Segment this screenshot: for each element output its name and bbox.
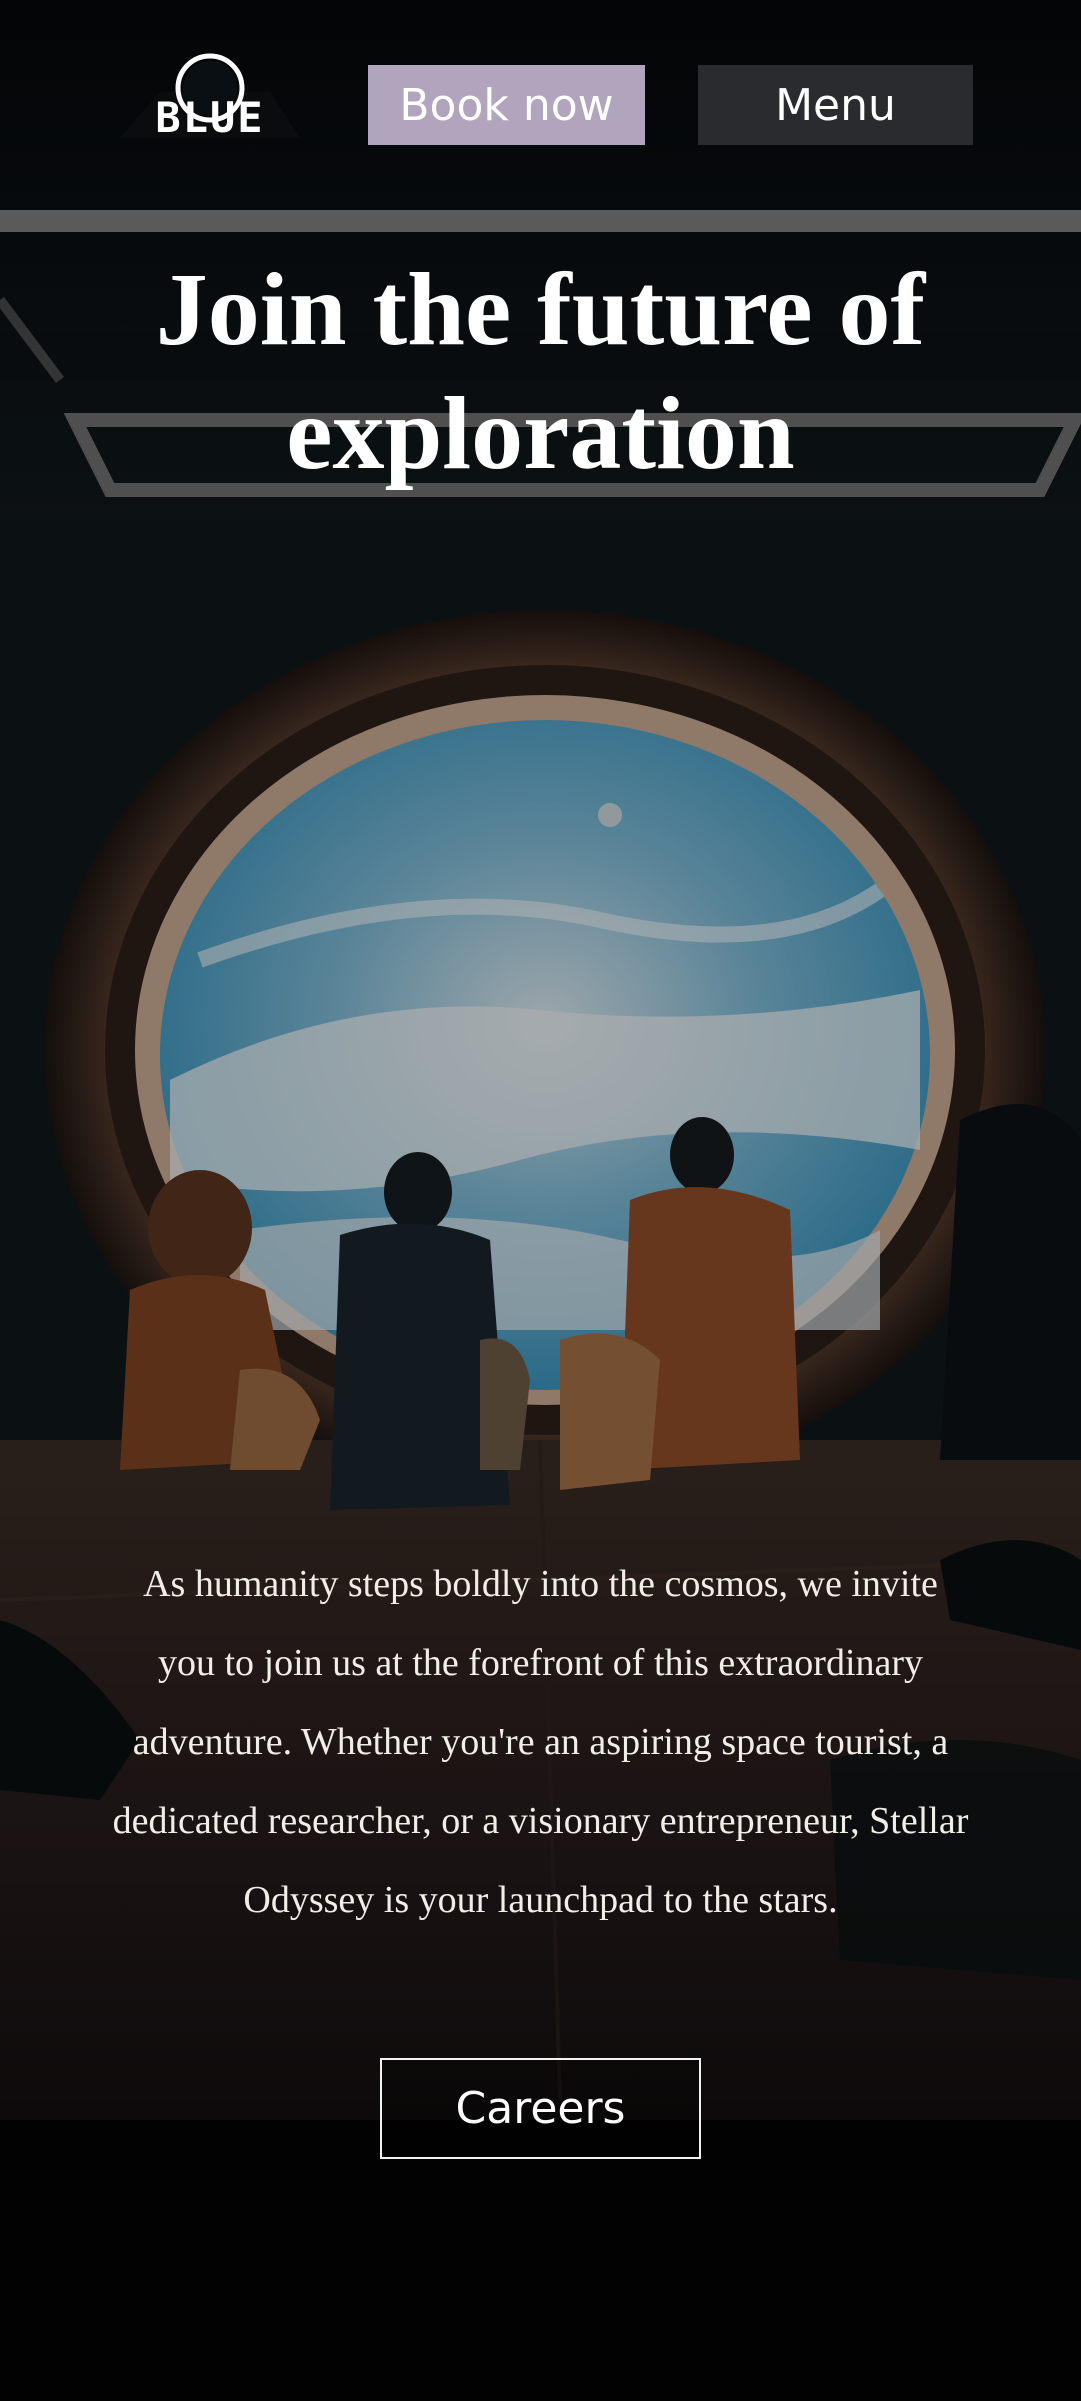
- logo-text: BLUE: [155, 93, 264, 142]
- hero-headline: Join the future of exploration: [155, 252, 926, 491]
- stellar-odyssey-logo[interactable]: BLUE: [120, 52, 300, 144]
- careers-button[interactable]: Careers: [380, 2058, 701, 2159]
- book-now-button[interactable]: Book now: [368, 65, 645, 145]
- menu-button[interactable]: Menu: [698, 65, 973, 145]
- landing-page: BLUE Book now Menu Join the future of ex…: [0, 0, 1081, 2401]
- hero-description: As humanity steps boldly into the cosmos…: [112, 1563, 969, 1921]
